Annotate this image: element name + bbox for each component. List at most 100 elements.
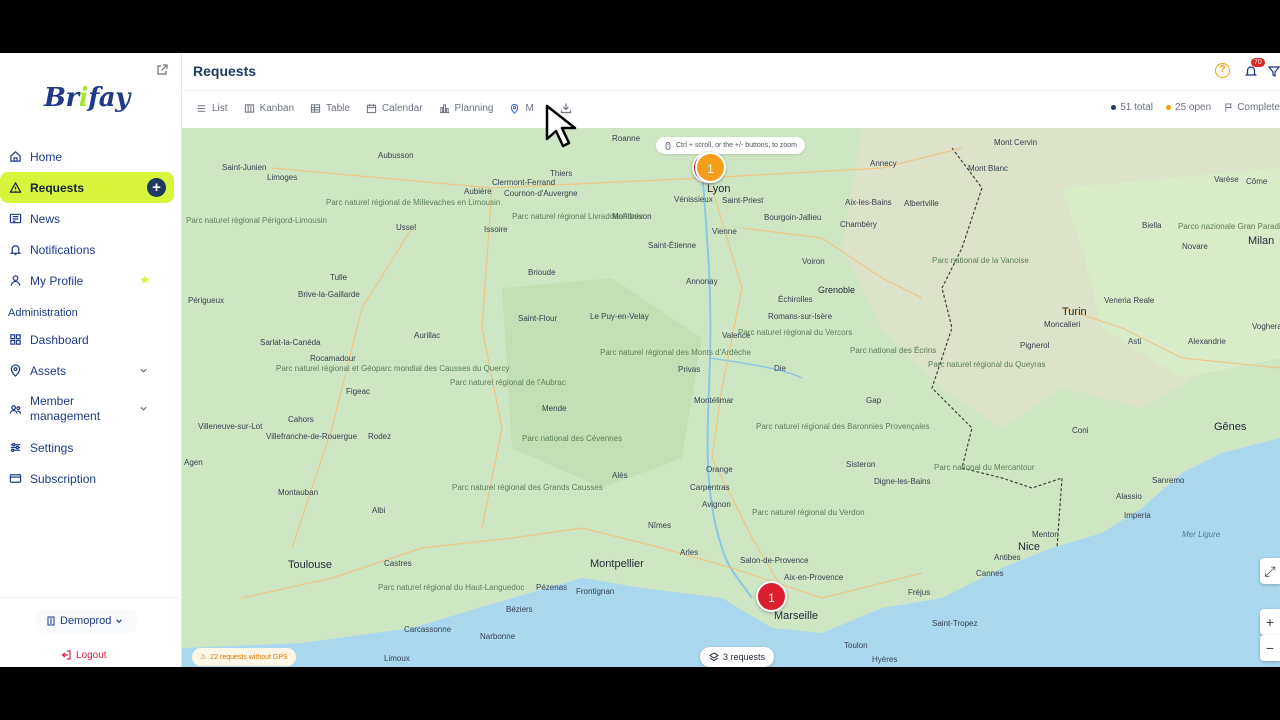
logout-button[interactable]: Logout <box>60 649 107 661</box>
city-label: Sisteron <box>846 460 876 469</box>
sidebar-item-member-management[interactable]: Member management <box>0 386 174 432</box>
sidebar-item-notifications[interactable]: Notifications <box>0 234 174 265</box>
city-label: Sarlat-la-Canéda <box>260 338 321 347</box>
tab-planning[interactable]: Planning <box>439 103 493 114</box>
layers-icon <box>709 652 719 662</box>
park-label: Parc naturel régional de Millevaches en … <box>326 198 501 207</box>
external-link-icon[interactable] <box>156 64 168 76</box>
sidebar-item-label: Assets <box>30 363 67 378</box>
building-icon <box>47 616 55 626</box>
notification-badge: 70 <box>1251 57 1265 67</box>
city-label: Asti <box>1128 337 1142 346</box>
city-label: Annecy <box>870 159 897 168</box>
sidebar-item-settings[interactable]: Settings <box>0 432 174 463</box>
no-gps-badge[interactable]: ⚠ 22 requests without GPS <box>192 648 296 666</box>
flag-icon <box>1225 103 1233 112</box>
city-label: Arles <box>680 548 699 557</box>
city-label: Aubière <box>464 187 492 196</box>
city-label: Saint-Junien <box>222 163 267 172</box>
zoom-in-button[interactable]: + <box>1260 609 1280 635</box>
no-gps-text: 22 requests without GPS <box>210 653 288 661</box>
home-icon <box>10 151 21 162</box>
city-label: Antibes <box>994 553 1021 562</box>
sidebar-item-label: My Profile <box>30 273 84 288</box>
users-icon <box>9 404 22 414</box>
add-request-button[interactable]: + <box>147 178 166 197</box>
city-label: Hyères <box>872 655 898 664</box>
city-label: Tulle <box>330 273 348 282</box>
help-icon[interactable]: ? <box>1215 63 1230 78</box>
brand-logo[interactable]: Brifay <box>44 83 130 113</box>
sidebar-item-label: Settings <box>30 440 74 455</box>
city-label: Béziers <box>506 605 533 614</box>
city-label: Imperia <box>1124 511 1151 520</box>
city-label: Mont Blanc <box>968 164 1009 173</box>
city-label: Annonay <box>686 277 718 286</box>
map-marker-cluster[interactable]: 1 <box>695 152 726 183</box>
city-label: Aix-les-Bains <box>845 198 892 207</box>
mouse-icon <box>665 141 671 150</box>
zoom-hint: Ctrl + scroll, or the +/- buttons, to zo… <box>656 137 805 154</box>
filter-icon[interactable] <box>1268 65 1280 77</box>
workspace-selector[interactable]: Demoprod <box>36 609 138 633</box>
city-label: Chambéry <box>840 220 877 229</box>
grid-icon <box>10 334 21 345</box>
request-count-pill[interactable]: 3 requests <box>700 647 775 667</box>
city-label: Alexandrie <box>1188 337 1226 346</box>
request-stats: 51 total 25 open Complete <box>1111 102 1280 113</box>
zoom-hint-text: Ctrl + scroll, or the +/- buttons, to zo… <box>676 142 797 149</box>
city-label: Montauban <box>278 488 319 497</box>
bar-chart-icon <box>439 103 449 113</box>
city-label: Nice <box>1018 541 1041 553</box>
tab-table[interactable]: Table <box>310 103 350 114</box>
calendar-icon <box>366 103 377 113</box>
stat-open: 25 open <box>1166 102 1211 113</box>
open-dot <box>1166 105 1172 110</box>
city-label: Biella <box>1142 221 1162 230</box>
city-label: Limoux <box>384 654 410 663</box>
city-label: Menton <box>1032 530 1059 539</box>
tab-list[interactable]: List <box>196 103 228 114</box>
city-label: Castres <box>384 559 412 568</box>
map-marker-cluster[interactable]: 1 <box>756 581 787 612</box>
tab-label: List <box>212 102 228 114</box>
city-label: Saint-Tropez <box>932 619 978 628</box>
sidebar-item-my-profile[interactable]: My Profile <box>0 265 174 296</box>
admin-section-title: Administration <box>8 307 78 319</box>
star-icon <box>140 275 150 284</box>
sidebar-item-news[interactable]: News <box>0 203 174 234</box>
park-label: Parc naturel régional des Baronnies Prov… <box>756 422 930 431</box>
user-icon <box>10 275 21 286</box>
city-label: Montpellier <box>590 558 644 570</box>
city-label: Alès <box>612 471 628 480</box>
tab-kanban[interactable]: Kanban <box>244 103 294 114</box>
city-label: Turin <box>1062 306 1087 318</box>
city-label: Sanremo <box>1152 476 1185 485</box>
location-pin-icon <box>10 364 21 377</box>
city-label: Veneria Reale <box>1104 296 1155 305</box>
sidebar-item-label: Dashboard <box>30 332 89 347</box>
zoom-out-button[interactable]: − <box>1260 635 1280 661</box>
stat-total-label: 51 total <box>1120 102 1154 113</box>
sidebar-item-home[interactable]: Home <box>0 141 174 172</box>
notifications-button[interactable]: 70 <box>1244 57 1265 78</box>
city-label: Montélimar <box>694 396 734 405</box>
chevron-down-icon <box>116 619 123 623</box>
list-icon <box>197 104 206 112</box>
sidebar-item-subscription[interactable]: Subscription <box>0 463 174 494</box>
chevron-down-icon <box>140 406 147 411</box>
city-label: Orange <box>706 465 733 474</box>
city-label: Rodez <box>368 432 392 441</box>
sidebar-item-label: Home <box>30 149 63 164</box>
fullscreen-button[interactable]: ⤢ <box>1260 558 1280 584</box>
workspace-name: Demoprod <box>60 615 112 627</box>
sidebar-item-requests[interactable]: Requests + <box>0 172 174 203</box>
warning-icon: ⚠ <box>200 654 207 661</box>
tab-map[interactable]: M <box>509 103 534 114</box>
tab-calendar[interactable]: Calendar <box>366 103 423 114</box>
tab-label: Calendar <box>381 102 423 114</box>
logo-accent: i <box>78 83 89 113</box>
requests-map[interactable]: Ctrl + scroll, or the +/- buttons, to zo… <box>182 128 1280 667</box>
sidebar-item-assets[interactable]: Assets <box>0 355 174 386</box>
sidebar-item-dashboard[interactable]: Dashboard <box>0 324 174 355</box>
